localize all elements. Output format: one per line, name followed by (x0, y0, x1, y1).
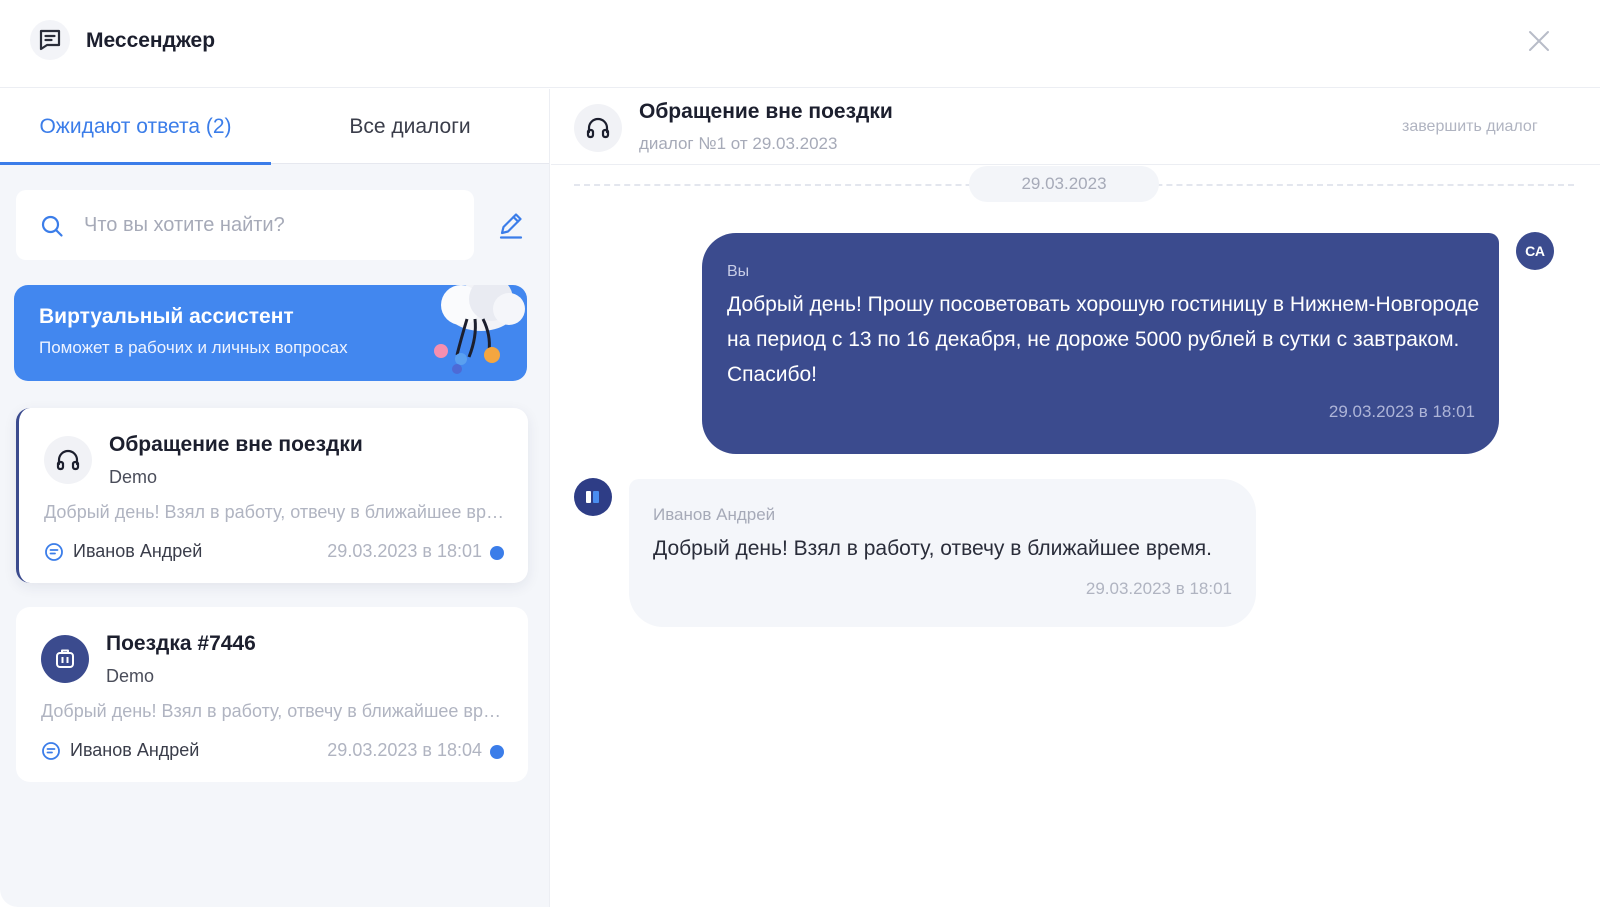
dialog-avatar (44, 436, 92, 484)
agent-logo-icon (586, 491, 599, 503)
agent-chat-icon (45, 543, 63, 561)
app-header: Мессенджер (0, 0, 1600, 88)
chat-header: Обращение вне поездки диалог №1 от 29.03… (551, 89, 1600, 165)
dialog-timestamp: 29.03.2023 в 18:01 (327, 541, 482, 561)
chat-avatar (574, 104, 622, 152)
dialog-list-item[interactable]: Поездка #7446 Demo Добрый день! Взял в р… (16, 607, 528, 782)
close-button[interactable] (1522, 24, 1556, 58)
assistant-illustration-icon (434, 285, 525, 374)
dialog-subtitle: Demo (106, 666, 155, 686)
assistant-title: Виртуальный ассистент (39, 305, 294, 328)
message-time: 29.03.2023 в 18:01 (1328, 402, 1475, 421)
dialog-title: Обращение вне поездки (109, 433, 363, 456)
date-divider: 29.03.2023 (969, 166, 1159, 202)
tab-bar: Ожидают ответа (2) Все диалоги (0, 89, 549, 165)
message-sender: Вы (727, 263, 750, 280)
chat-subtitle: диалог №1 от 29.03.2023 (639, 134, 838, 153)
chat-panel: Обращение вне поездки диалог №1 от 29.03… (551, 89, 1600, 907)
user-avatar: СА (1516, 232, 1554, 270)
dialog-list-item[interactable]: Обращение вне поездки Demo Добрый день! … (16, 408, 528, 583)
end-dialog-button[interactable]: завершить диалог (1402, 118, 1538, 136)
chat-icon (30, 20, 70, 60)
headset-icon (56, 449, 80, 471)
dialog-agent-name: Иванов Андрей (73, 541, 203, 561)
chat-title: Обращение вне поездки (639, 100, 893, 123)
agent-chat-icon (42, 742, 60, 760)
dialog-preview: Добрый день! Взял в работу, отвечу в бли… (41, 701, 503, 721)
dialog-agent-name: Иванов Андрей (70, 740, 200, 760)
message-text: Добрый день! Прошу посоветовать хорошую … (727, 293, 1480, 386)
app-title: Мессенджер (86, 29, 216, 52)
pencil-icon (499, 213, 523, 239)
assistant-subtitle: Поможет в рабочих и личных вопросах (39, 338, 348, 357)
virtual-assistant-card[interactable]: Виртуальный ассистент Поможет в рабочих … (14, 285, 527, 381)
dialog-timestamp: 29.03.2023 в 18:04 (327, 740, 482, 760)
new-dialog-button[interactable] (494, 209, 528, 243)
message-sender: Иванов Андрей (653, 505, 776, 524)
dialog-preview: Добрый день! Взял в работу, отвечу в бли… (44, 502, 506, 522)
outgoing-message: Вы Добрый день! Прошу посоветовать хорош… (702, 233, 1499, 454)
close-icon (1529, 31, 1549, 51)
agent-avatar (574, 478, 612, 516)
search-icon (41, 215, 63, 237)
search-box (16, 190, 474, 260)
unread-indicator (490, 546, 504, 560)
tab-awaiting-reply[interactable]: Ожидают ответа (2) (0, 89, 271, 165)
search-input[interactable] (84, 190, 464, 260)
tab-all-dialogs[interactable]: Все диалоги (271, 89, 549, 164)
dialog-avatar (41, 635, 89, 683)
unread-indicator (490, 745, 504, 759)
suitcase-icon (56, 649, 74, 668)
incoming-message: Иванов Андрей Добрый день! Взял в работу… (629, 479, 1256, 627)
dialog-title: Поездка #7446 (106, 632, 256, 655)
sidebar: Ожидают ответа (2) Все диалоги Виртуальн… (0, 89, 550, 907)
message-text: Добрый день! Взял в работу, отвечу в бли… (653, 537, 1212, 560)
dialog-subtitle: Demo (109, 467, 158, 487)
headset-icon (586, 117, 610, 139)
message-time: 29.03.2023 в 18:01 (1085, 579, 1232, 598)
